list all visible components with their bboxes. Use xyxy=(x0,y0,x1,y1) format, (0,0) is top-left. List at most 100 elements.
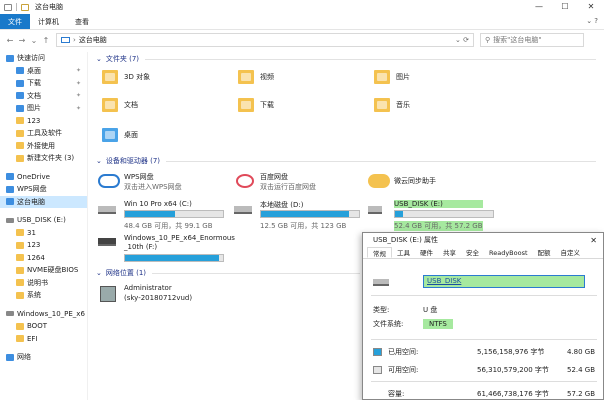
network-name: Administrator xyxy=(124,284,172,292)
group-folders-header[interactable]: ⌄ 文件夹 (7) xyxy=(96,54,596,64)
drive-f[interactable]: Windows_10_PE_x64_Enormous _10th (F:) xyxy=(98,234,238,264)
sidebar-item[interactable]: 123 xyxy=(0,115,87,128)
sidebar-item-label: 工具及软件 xyxy=(27,129,62,138)
sidebar-item-label: 文档 xyxy=(27,91,41,100)
drive-d[interactable]: 本地磁盘 (D:) 12.5 GB 可用，共 123 GB xyxy=(234,200,364,230)
folder-videos[interactable]: 视频 xyxy=(238,70,274,84)
sidebar-item[interactable]: 桌面 ✦ xyxy=(0,65,87,78)
tab-general[interactable]: 常规 xyxy=(367,247,392,258)
tab-security[interactable]: 安全 xyxy=(461,247,484,258)
maximize-button[interactable]: ☐ xyxy=(552,0,578,14)
sidebar-item[interactable]: WPS网盘 xyxy=(0,183,87,196)
drive-weiyun[interactable]: 微云同步助手 xyxy=(368,172,498,196)
folder-downloads[interactable]: 下载 xyxy=(238,98,274,112)
title-bar: 这台电脑 — ☐ ✕ xyxy=(0,0,604,14)
sidebar-item[interactable]: 快速访问 xyxy=(0,52,87,65)
sidebar-item[interactable]: NVME硬盘BIOS xyxy=(0,264,87,277)
divider xyxy=(371,381,597,382)
sidebar-item[interactable]: OneDrive xyxy=(0,171,87,184)
dialog-close-button[interactable]: ✕ xyxy=(590,236,597,245)
sidebar-item[interactable]: USB_DISK (E:) xyxy=(0,214,87,227)
divider xyxy=(371,339,597,340)
network-location[interactable]: Administrator (sky-20180712vud) xyxy=(98,284,258,308)
folder-music[interactable]: 音乐 xyxy=(374,98,410,112)
3d-objects-icon xyxy=(102,70,118,84)
sidebar-item[interactable]: 文档 ✦ xyxy=(0,90,87,103)
volume-label-input[interactable]: USB_DISK xyxy=(423,275,585,288)
drive-name: Win 10 Pro x64 (C:) xyxy=(124,200,192,208)
tab-hardware[interactable]: 硬件 xyxy=(415,247,438,258)
address-dropdown-icon[interactable]: ⌄ ⟳ xyxy=(455,36,469,44)
drive-name-line2: _10th (F:) xyxy=(124,243,158,251)
group-devices-header[interactable]: ⌄ 设备和驱动器 (7) xyxy=(96,156,596,166)
tab-computer[interactable]: 计算机 xyxy=(30,14,67,29)
drive-subtitle: 双击运行百度网盘 xyxy=(260,183,316,191)
sidebar-item[interactable]: 图片 ✦ xyxy=(0,102,87,115)
folder-quick-icon[interactable] xyxy=(21,3,29,11)
sidebar-item[interactable]: 下载 ✦ xyxy=(0,77,87,90)
tab-file[interactable]: 文件 xyxy=(0,14,30,29)
sidebar-item[interactable]: 123 xyxy=(0,239,87,252)
pin-icon[interactable]: ✦ xyxy=(76,105,81,112)
tab-readyboost[interactable]: ReadyBoost xyxy=(484,247,533,258)
usage-fill xyxy=(125,255,220,261)
tab-sharing[interactable]: 共享 xyxy=(438,247,461,258)
sidebar-item[interactable]: 系统 xyxy=(0,289,87,302)
sidebar-item[interactable]: 外接使用 xyxy=(0,140,87,153)
pin-icon[interactable]: ✦ xyxy=(76,67,81,74)
baidu-cloud-icon xyxy=(236,174,254,188)
free-space-row: 可用空间: 56,310,579,200 字节 52.4 GB xyxy=(373,365,597,375)
address-input[interactable]: › 这台电脑 ⌄ ⟳ xyxy=(56,33,474,47)
folder-pictures[interactable]: 图片 xyxy=(374,70,410,84)
search-input[interactable]: ⚲ 搜索"这台电脑" xyxy=(480,33,584,47)
download-icon xyxy=(238,98,254,112)
pin-icon[interactable]: ✦ xyxy=(76,80,81,87)
star-icon xyxy=(6,54,14,62)
drive-e[interactable]: USB_DISK (E:) 52.4 GB 可用，共 57.2 GB xyxy=(368,200,498,231)
sidebar-item[interactable]: 网络 xyxy=(0,351,87,364)
sidebar-item[interactable]: EFI xyxy=(0,333,87,346)
folder-icon xyxy=(16,279,24,287)
used-space-label: 已用空间: xyxy=(388,348,419,356)
folder-documents[interactable]: 文档 xyxy=(102,98,138,112)
type-row: 类型: U 盘 xyxy=(373,305,437,315)
sidebar-item-label: 外接使用 xyxy=(27,141,55,150)
sidebar-item[interactable]: 新建文件夹 (3) xyxy=(0,152,87,165)
tab-quota[interactable]: 配额 xyxy=(533,247,556,258)
tab-customize[interactable]: 自定义 xyxy=(556,247,586,258)
recent-dropdown-icon[interactable]: ⌄ xyxy=(28,36,40,45)
up-icon[interactable]: ↑ xyxy=(40,36,52,45)
folder-icon xyxy=(16,129,24,137)
folder-desktop[interactable]: 桌面 xyxy=(102,128,138,142)
minimize-button[interactable]: — xyxy=(526,0,552,14)
capacity-label: 容量: xyxy=(388,390,405,398)
drive-free-space: 48.4 GB 可用，共 99.1 GB xyxy=(124,222,213,230)
folder-3d-objects[interactable]: 3D 对象 xyxy=(102,70,150,84)
tab-tools[interactable]: 工具 xyxy=(392,247,415,258)
sidebar-item[interactable]: 说明书 xyxy=(0,277,87,290)
pin-icon[interactable]: ✦ xyxy=(76,92,81,99)
sidebar-item[interactable]: 31 xyxy=(0,227,87,240)
drive-baidu[interactable]: 百度网盘 双击运行百度网盘 xyxy=(234,172,364,196)
sidebar-item-label: 网络 xyxy=(17,353,31,362)
computer-icon xyxy=(61,37,70,43)
free-space-gb: 52.4 GB xyxy=(567,366,596,374)
sidebar-item-label: 新建文件夹 (3) xyxy=(27,154,75,163)
tab-view[interactable]: 查看 xyxy=(67,14,97,29)
download-icon xyxy=(16,79,24,87)
sidebar-item[interactable]: 这台电脑 xyxy=(0,195,87,208)
sidebar-item[interactable]: 1264 xyxy=(0,252,87,265)
free-space-swatch xyxy=(373,366,382,374)
group-network-header[interactable]: ⌄ 网络位置 (1) xyxy=(96,268,360,278)
forward-icon[interactable]: → xyxy=(16,36,28,45)
type-value: U 盘 xyxy=(423,306,438,314)
sidebar-item[interactable]: 工具及软件 xyxy=(0,127,87,140)
sidebar-item[interactable]: Windows_10_PE_x6 xyxy=(0,308,87,321)
close-button[interactable]: ✕ xyxy=(578,0,604,14)
back-icon[interactable]: ← xyxy=(4,36,16,45)
sidebar-item[interactable]: BOOT xyxy=(0,320,87,333)
help-icon[interactable]: ⌄ ? xyxy=(586,17,598,25)
drive-c[interactable]: Win 10 Pro x64 (C:) 48.4 GB 可用，共 99.1 GB xyxy=(98,200,228,230)
drive-wps[interactable]: WPS网盘 双击进入WPS网盘 xyxy=(98,172,228,196)
drive-usage-bar xyxy=(124,210,224,218)
